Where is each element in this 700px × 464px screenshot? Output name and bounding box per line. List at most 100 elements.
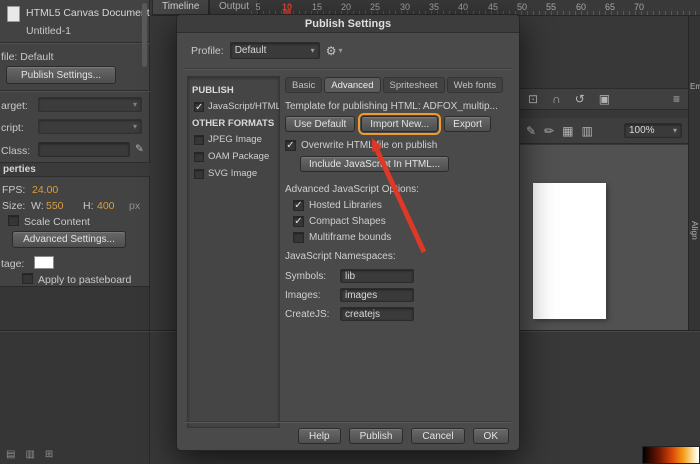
zoom-select[interactable]: 100% ▾: [624, 123, 682, 138]
apply-pasteboard-checkbox[interactable]: [22, 273, 33, 284]
format-item-javascript-html[interactable]: ✓ JavaScript/HTML: [194, 101, 279, 112]
images-input[interactable]: images: [340, 288, 414, 302]
bottom-bar-icon[interactable]: ▥: [25, 450, 34, 460]
target-select[interactable]: ▾: [38, 97, 142, 112]
zoom-value: 100%: [629, 125, 655, 136]
export-button[interactable]: Export: [444, 116, 492, 132]
document-icon: [7, 6, 20, 22]
panel-scrollbar[interactable]: [142, 3, 147, 67]
width-value[interactable]: 550: [46, 200, 64, 212]
ruler-number: 30: [399, 2, 410, 12]
checkbox[interactable]: ✓: [293, 200, 304, 211]
import-new-button[interactable]: Import New...: [358, 113, 442, 135]
dialog-footer: Help Publish Cancel OK: [298, 428, 509, 444]
color-gradient-swatch[interactable]: [642, 446, 700, 464]
brush-icon[interactable]: ✏: [544, 125, 554, 137]
chevron-down-icon: ▾: [310, 46, 315, 55]
divider: [185, 68, 511, 70]
panel-menu-icon[interactable]: ≡: [673, 93, 680, 105]
document-type-label: HTML5 Canvas Document: [26, 7, 150, 19]
stage-canvas[interactable]: [533, 183, 606, 319]
tab-timeline[interactable]: Timeline: [152, 0, 210, 15]
publish-button[interactable]: Publish: [348, 428, 404, 444]
other-formats-header: OTHER FORMATS: [192, 118, 275, 129]
chevron-down-icon[interactable]: ▾: [338, 46, 342, 55]
fps-value[interactable]: 24.00: [32, 184, 58, 196]
profile-value: Default: [234, 45, 267, 56]
chevron-down-icon: ▾: [672, 126, 677, 135]
include-javascript-button[interactable]: Include JavaScript In HTML...: [300, 156, 450, 172]
use-default-button[interactable]: Use Default: [285, 116, 356, 132]
option-hosted-libraries[interactable]: ✓ Hosted Libraries: [293, 200, 513, 211]
properties-section-header[interactable]: perties: [0, 162, 150, 177]
advanced-settings-button[interactable]: Advanced Settings...: [12, 231, 126, 248]
divider: [0, 42, 150, 44]
scale-content-checkbox[interactable]: [8, 215, 19, 226]
camera-icon[interactable]: ▣: [599, 93, 610, 105]
bottom-bar-icon[interactable]: ⊞: [45, 450, 53, 460]
height-value[interactable]: 400: [97, 200, 115, 212]
symbols-label: Symbols:: [285, 270, 327, 282]
lower-panel-area: [0, 287, 150, 464]
publish-settings-dialog: Publish Settings Profile: Default ▾ ⚙ ▾ …: [176, 14, 520, 451]
script-select[interactable]: ▾: [38, 119, 142, 134]
tab-advanced[interactable]: Advanced: [324, 77, 381, 93]
size-label: Size:: [2, 200, 26, 212]
panel-dock: Empt Align: [688, 16, 700, 330]
ruler-number: 5: [255, 2, 261, 12]
createjs-input[interactable]: createjs: [340, 307, 414, 321]
grid-alt-icon[interactable]: ▥: [581, 125, 592, 137]
option-compact-shapes[interactable]: ✓ Compact Shapes: [293, 216, 513, 227]
ruler-number: 70: [633, 2, 644, 12]
profile-options-gear-icon[interactable]: ⚙: [326, 44, 337, 58]
createjs-label: CreateJS:: [285, 308, 330, 320]
format-item-jpeg[interactable]: JPEG Image: [194, 134, 275, 145]
format-item-oam[interactable]: OAM Package: [194, 151, 275, 162]
format-item-svg[interactable]: SVG Image: [194, 168, 275, 179]
class-label: Class:: [1, 145, 31, 157]
symbols-input[interactable]: lib: [340, 269, 414, 283]
stage-color-swatch[interactable]: [34, 256, 54, 269]
snap-magnet-icon[interactable]: ∩: [552, 93, 561, 105]
tab-spritesheet[interactable]: Spritesheet: [382, 77, 445, 93]
option-label: Compact Shapes: [309, 216, 386, 227]
option-multiframe-bounds[interactable]: Multiframe bounds: [293, 232, 513, 243]
help-button[interactable]: Help: [298, 428, 341, 444]
checkbox[interactable]: ✓: [293, 216, 304, 227]
dock-label-align[interactable]: Align: [690, 221, 700, 240]
checkbox[interactable]: [194, 134, 204, 145]
bottom-bar-icon[interactable]: ▤: [6, 450, 15, 460]
advanced-options-header: Advanced JavaScript Options:: [285, 184, 419, 195]
properties-panel: HTML5 Canvas Document Untitled-1 file: D…: [0, 0, 150, 287]
center-frame-icon[interactable]: ⊡: [528, 93, 538, 105]
workspace-divider[interactable]: [520, 330, 700, 332]
tab-basic[interactable]: Basic: [285, 77, 323, 93]
format-label: SVG Image: [208, 168, 258, 179]
checkbox[interactable]: [194, 151, 204, 162]
loop-playback-icon[interactable]: ↺: [575, 93, 585, 105]
publish-settings-button[interactable]: Publish Settings...: [6, 66, 116, 84]
pasteboard[interactable]: [520, 145, 688, 330]
dialog-title[interactable]: Publish Settings: [177, 15, 519, 33]
tab-web-fonts[interactable]: Web fonts: [446, 77, 504, 93]
overwrite-checkbox[interactable]: ✓: [285, 140, 296, 151]
workspace-divider[interactable]: [0, 330, 176, 332]
advanced-tab-content: Template for publishing HTML: ADFOX_mult…: [285, 101, 513, 321]
class-input[interactable]: [38, 142, 130, 157]
checkbox[interactable]: [194, 168, 204, 179]
profile-select[interactable]: Default ▾: [229, 42, 320, 59]
checkbox[interactable]: ✓: [194, 101, 204, 112]
ruler-number: 60: [575, 2, 586, 12]
checkbox[interactable]: [293, 232, 304, 243]
target-label: arget:: [1, 100, 28, 112]
ok-button[interactable]: OK: [472, 428, 509, 444]
cancel-button[interactable]: Cancel: [411, 428, 465, 444]
grid-icon[interactable]: ▦: [562, 125, 573, 137]
dock-label-top[interactable]: Empt: [690, 82, 700, 91]
namespace-row-createjs: CreateJS: createjs: [285, 307, 513, 321]
pencil-icon[interactable]: ✎: [135, 143, 144, 155]
document-name[interactable]: Untitled-1: [26, 25, 71, 37]
divider: [185, 421, 511, 423]
ruler-number: 25: [369, 2, 380, 12]
pencil-icon[interactable]: ✎: [526, 125, 536, 137]
